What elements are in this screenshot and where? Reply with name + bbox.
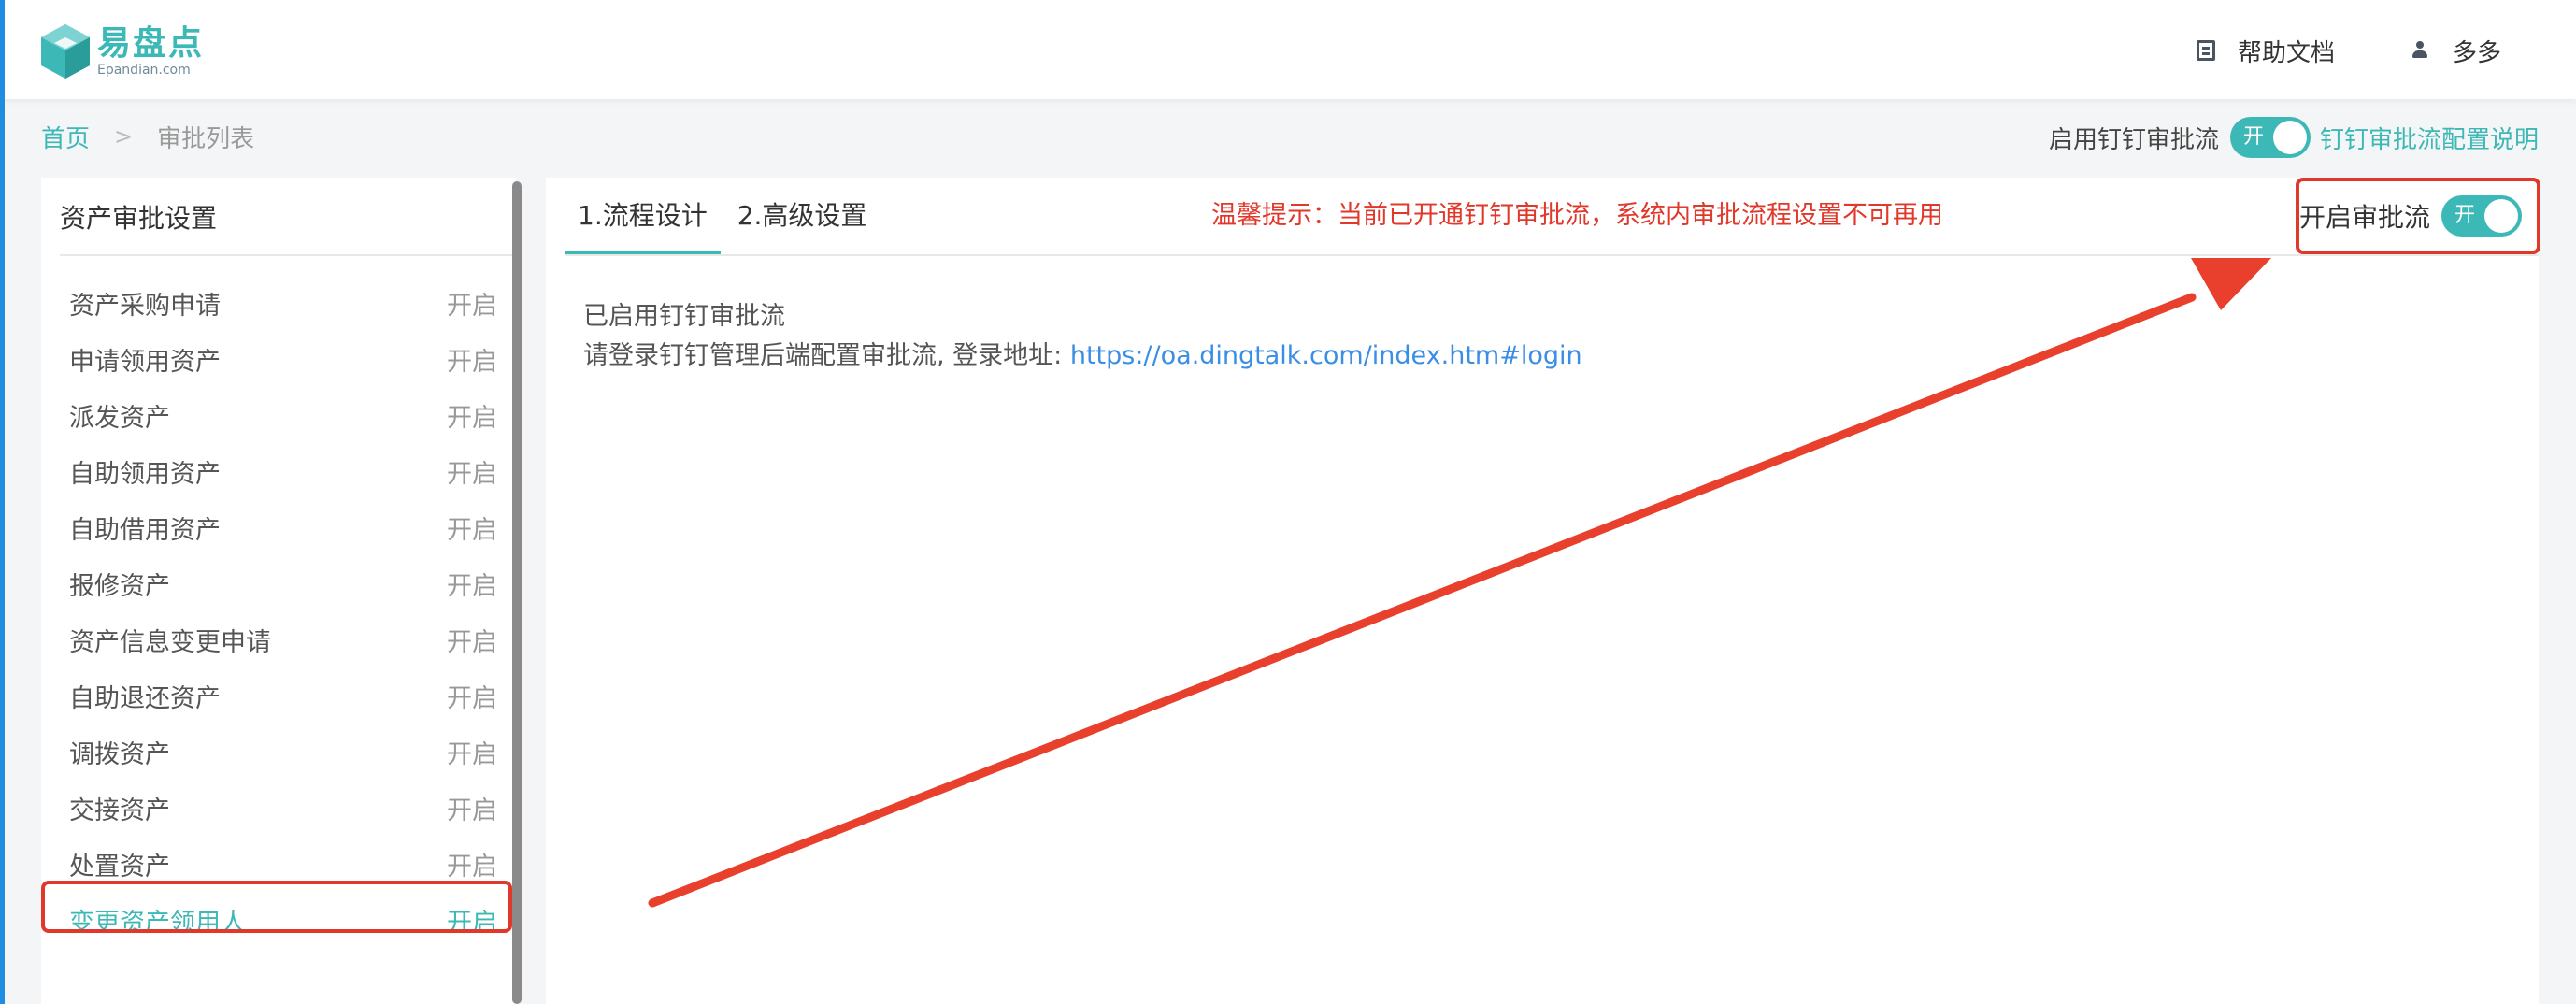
list-item[interactable]: 派发资产 开启	[41, 387, 516, 443]
tab-bar: 1.流程设计 2.高级设置	[565, 178, 883, 254]
list-item[interactable]: 自助领用资产 开启	[41, 443, 516, 499]
tabs-divider	[565, 254, 2539, 256]
user-menu[interactable]: 多多	[2411, 34, 2501, 67]
dingtalk-login-link[interactable]: https://oa.dingtalk.com/index.htm#login	[1070, 341, 1582, 370]
user-icon	[2411, 41, 2428, 60]
breadcrumb-current: 审批列表	[157, 124, 255, 153]
list-item[interactable]: 自助借用资产 开启	[41, 499, 516, 555]
window-left-edge	[0, 0, 5, 1004]
annotation-highlight-box	[2296, 178, 2540, 254]
panel-title: 资产审批设置	[60, 203, 218, 234]
dingtalk-config-link[interactable]: 钉钉审批流配置说明	[2320, 121, 2539, 155]
tab-flow-design[interactable]: 1.流程设计	[565, 178, 721, 254]
annotation-highlight-box	[41, 881, 512, 933]
dingtalk-toggle-label: 启用钉钉审批流	[2048, 125, 2219, 154]
user-name: 多多	[2453, 38, 2502, 67]
list-item[interactable]: 自助退还资产 开启	[41, 667, 516, 724]
help-docs-label: 帮助文档	[2238, 38, 2336, 67]
dingtalk-enabled-text: 已启用钉钉审批流	[583, 302, 785, 331]
dingtalk-login-hint: 请登录钉钉管理后端配置审批流, 登录地址: https://oa.dingtal…	[583, 335, 1582, 371]
top-header: 易盘点 Epandian.com 帮助文档 多多	[0, 0, 2576, 99]
sidebar-scrollbar[interactable]	[512, 181, 522, 1004]
breadcrumb-separator: >	[114, 123, 134, 150]
list-item[interactable]: 调拨资产 开启	[41, 724, 516, 780]
breadcrumb: 首页 > 审批列表	[41, 118, 254, 155]
list-item[interactable]: 资产信息变更申请 开启	[41, 611, 516, 667]
document-icon	[2197, 40, 2215, 61]
logo-text: 易盘点	[97, 24, 205, 63]
help-docs-link[interactable]: 帮助文档	[2197, 34, 2335, 67]
list-item[interactable]: 申请领用资产 开启	[41, 331, 516, 387]
panel-divider	[60, 254, 516, 256]
logo-subtext: Epandian.com	[97, 63, 191, 78]
tab-advanced-settings[interactable]: 2.高级设置	[724, 178, 880, 254]
app-logo[interactable]: 易盘点 Epandian.com	[39, 22, 204, 80]
switch-on-text: 开	[2242, 125, 2264, 149]
breadcrumb-home-link[interactable]: 首页	[41, 120, 90, 154]
flow-design-panel: 1.流程设计 2.高级设置 温馨提示：当前已开通钉钉审批流，系统内审批流程设置不…	[546, 178, 2539, 1004]
list-item[interactable]: 报修资产 开启	[41, 555, 516, 611]
dingtalk-approval-switch[interactable]: 开	[2229, 117, 2311, 158]
list-item[interactable]: 交接资产 开启	[41, 780, 516, 836]
login-hint-text: 请登录钉钉管理后端配置审批流, 登录地址:	[583, 341, 1070, 370]
switch-knob	[2272, 121, 2307, 154]
dingtalk-toggle-area: 启用钉钉审批流 开 钉钉审批流配置说明	[2049, 116, 2539, 159]
logo-cube-icon	[41, 24, 90, 79]
approval-type-list: 资产采购申请 开启 申请领用资产 开启 派发资产 开启 自助领用资产 开启 自助借用资产…	[41, 275, 516, 948]
list-item[interactable]: 资产采购申请 开启	[41, 275, 516, 331]
warning-notice: 温馨提示：当前已开通钉钉审批流，系统内审批流程设置不可再用	[1211, 201, 1943, 230]
